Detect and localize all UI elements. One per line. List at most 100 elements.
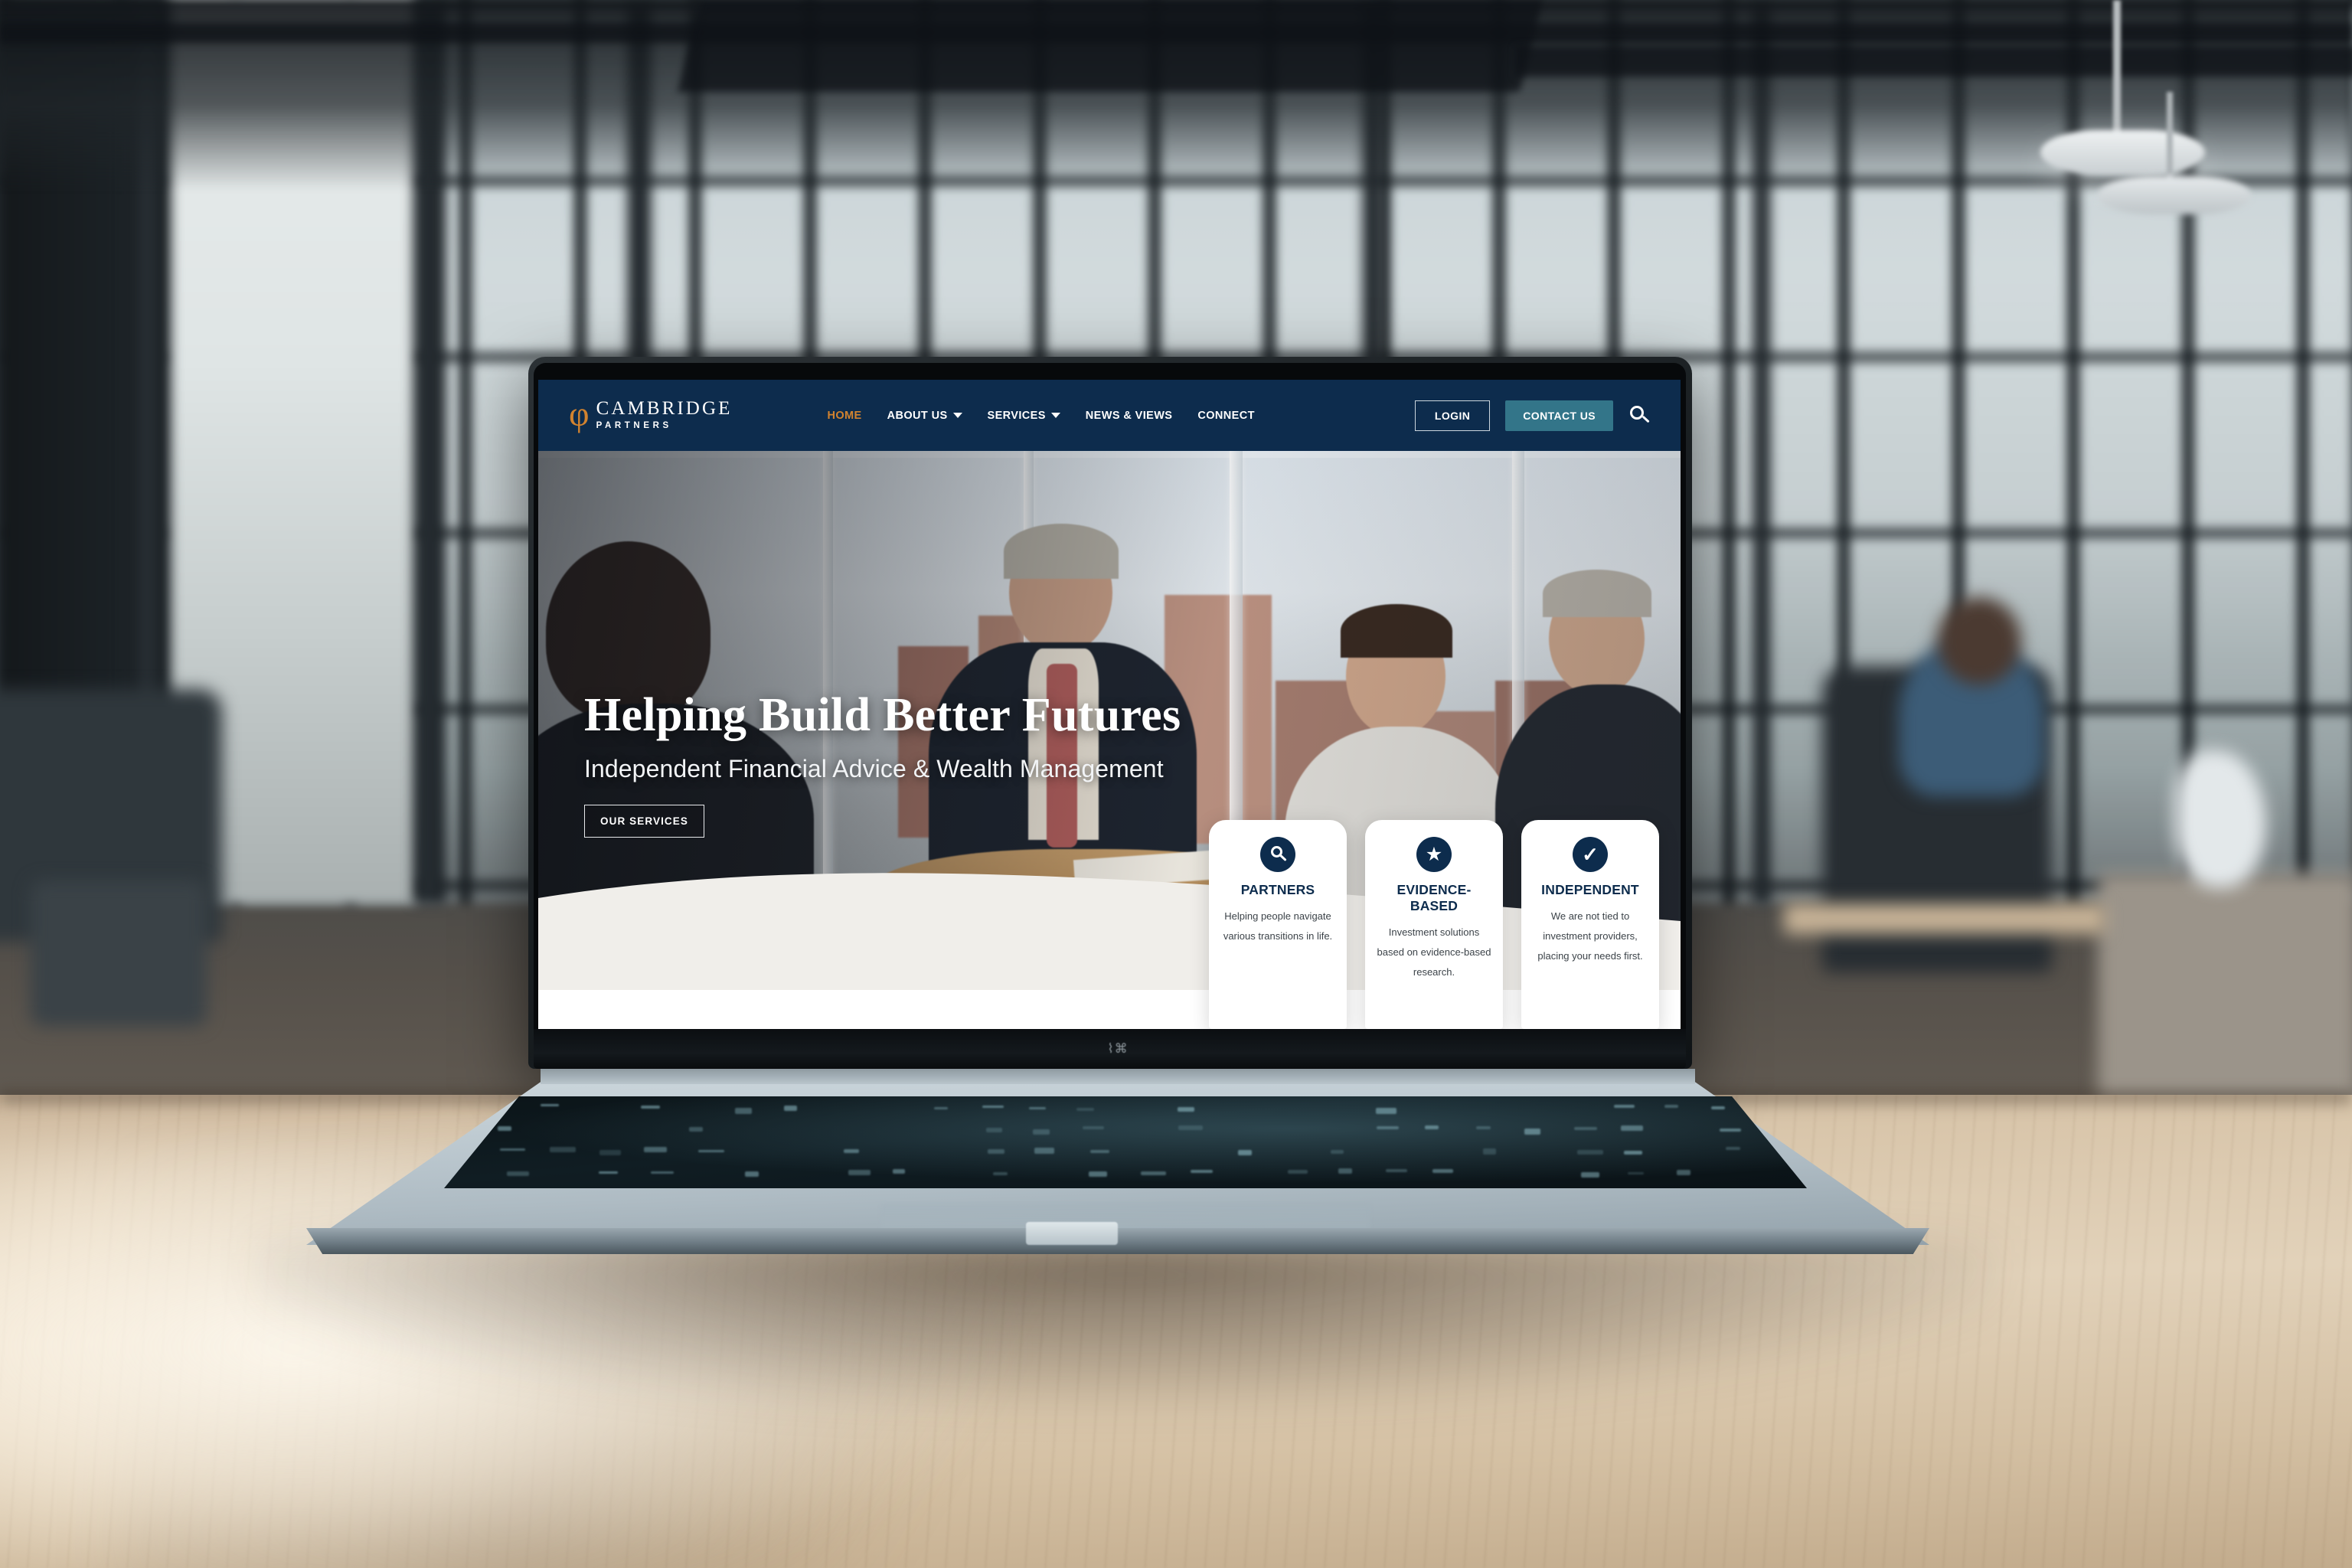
cabinet-right: [2098, 873, 2352, 1102]
keyboard-key: [550, 1147, 576, 1152]
feature-card-evidence-based[interactable]: ★ EVIDENCE-BASED Investment solutions ba…: [1365, 820, 1503, 1029]
laptop-screen: φ CAMBRIDGE PARTNERS HOME ABOUT US SERVI…: [538, 380, 1681, 1029]
keyboard-key: [1338, 1168, 1352, 1173]
keyboard-key: [1376, 1108, 1396, 1114]
keyboard-key: [1483, 1148, 1496, 1155]
contact-us-button[interactable]: CONTACT US: [1505, 400, 1613, 431]
keyboard-key: [641, 1106, 661, 1109]
keyboard-key: [1029, 1107, 1046, 1109]
star-icon: ★: [1416, 837, 1452, 872]
keyboard-key: [1432, 1169, 1453, 1173]
laptop-drop-shadow: [253, 1239, 1998, 1407]
keyboard-key: [844, 1149, 859, 1153]
keyboard-key: [651, 1171, 674, 1174]
hero-copy: Helping Build Better Futures Independent…: [584, 691, 1181, 838]
keyboard-key: [498, 1126, 511, 1130]
keyboard-key: [784, 1106, 797, 1111]
keyboard-key: [1524, 1129, 1540, 1135]
keyboard-key: [1288, 1170, 1308, 1174]
keyboard-key: [1574, 1127, 1597, 1130]
keyboard-key: [1033, 1129, 1050, 1135]
brand-tagline: PARTNERS: [596, 420, 733, 432]
keyboard-key: [1377, 1126, 1399, 1129]
keyboard-key: [1664, 1105, 1679, 1108]
keyboard-key: [599, 1150, 621, 1155]
keyboard-key: [934, 1107, 948, 1109]
nav-item-connect[interactable]: CONNECT: [1197, 410, 1255, 422]
keyboard-key: [848, 1170, 871, 1175]
keyboard-key: [1677, 1170, 1690, 1175]
search-icon[interactable]: [1628, 405, 1650, 426]
keyboard-key: [1581, 1172, 1599, 1178]
keyboard-key: [1386, 1169, 1407, 1172]
keyboard-key: [1090, 1150, 1109, 1153]
keyboard-key: [1089, 1171, 1107, 1177]
laptop-brand-mark: ⌇⌘: [1091, 1040, 1145, 1057]
pendant-lamp-shade: [2040, 130, 2205, 175]
laptop-front-lip: [306, 1228, 1929, 1254]
seated-person-head: [1937, 597, 2021, 685]
nav-item-services-label: SERVICES: [988, 410, 1046, 422]
keyboard-key: [1476, 1126, 1491, 1129]
chevron-down-icon: [953, 413, 962, 418]
feature-cards: PARTNERS Helping people navigate various…: [538, 820, 1681, 1029]
pendant-lamp-shade-2: [2098, 176, 2251, 214]
keyboard-key: [893, 1169, 905, 1174]
keyboard-key: [1726, 1147, 1740, 1149]
keyboard-key: [1621, 1125, 1643, 1131]
brand-name: CAMBRIDGE: [596, 399, 733, 419]
keyboard-key: [1720, 1129, 1741, 1132]
keyboard-key: [1577, 1150, 1603, 1155]
keyboard-key: [1178, 1107, 1194, 1112]
login-button[interactable]: LOGIN: [1415, 400, 1490, 431]
hero-headline: Helping Build Better Futures: [584, 691, 1181, 741]
ceiling-beam-2: [678, 0, 1543, 92]
keyboard-key: [988, 1149, 1005, 1153]
pendant-lamp-rod: [2113, 0, 2121, 138]
nav-item-home[interactable]: HOME: [827, 410, 861, 422]
feature-card-title: PARTNERS: [1220, 882, 1336, 898]
keyboard-key: [1178, 1125, 1203, 1130]
keyboard-key: [507, 1171, 529, 1176]
magnifier-icon-handle: [1279, 854, 1286, 861]
magnifier-icon: [1260, 837, 1295, 872]
check-circle-icon: ✓: [1573, 837, 1608, 872]
laptop-keyboard[interactable]: [444, 1096, 1807, 1188]
keyboard-key: [993, 1172, 1008, 1175]
keyboard-key: [1711, 1106, 1725, 1110]
keyboard-key: [1191, 1170, 1214, 1173]
site-navbar: φ CAMBRIDGE PARTNERS HOME ABOUT US SERVI…: [538, 380, 1681, 451]
laptop-hinge-strip: [541, 1069, 1695, 1084]
office-chair-left-base: [31, 880, 207, 1026]
star-glyph: ★: [1416, 837, 1452, 872]
website-viewport: φ CAMBRIDGE PARTNERS HOME ABOUT US SERVI…: [538, 380, 1681, 1029]
keyboard-key: [1238, 1150, 1252, 1155]
keyboard-key: [745, 1171, 759, 1177]
keyboard-key: [541, 1104, 559, 1106]
keyboard-key: [735, 1108, 752, 1114]
keyboard-key: [986, 1128, 1003, 1132]
nav-item-news-views[interactable]: NEWS & VIEWS: [1086, 410, 1173, 422]
phi-logo-icon: φ: [569, 397, 590, 432]
nav-item-news-views-label: NEWS & VIEWS: [1086, 410, 1173, 422]
keyboard-key: [1425, 1125, 1439, 1129]
keyboard-backlight-glow: [444, 1096, 1807, 1188]
chevron-down-icon: [1051, 413, 1060, 418]
brand-logo[interactable]: φ CAMBRIDGE PARTNERS: [569, 398, 732, 433]
nav-item-about-us[interactable]: ABOUT US: [887, 410, 962, 422]
feature-card-partners[interactable]: PARTNERS Helping people navigate various…: [1209, 820, 1347, 1029]
keyboard-key: [689, 1127, 703, 1132]
keyboard-key: [1034, 1148, 1054, 1154]
keyboard-key: [644, 1147, 667, 1152]
nav-links: HOME ABOUT US SERVICES NEWS & VIEWS CONN…: [827, 410, 1254, 422]
desk-right: [1784, 903, 2105, 934]
feature-card-text: Investment solutions based on evidence-b…: [1376, 923, 1492, 982]
feature-card-title: EVIDENCE-BASED: [1376, 882, 1492, 914]
laptop-latch-notch: [1026, 1222, 1118, 1245]
nav-item-services[interactable]: SERVICES: [988, 410, 1060, 422]
ceiling-beam-3: [1516, 46, 2352, 77]
check-glyph: ✓: [1573, 837, 1608, 872]
feature-card-independent[interactable]: ✓ INDEPENDENT We are not tied to investm…: [1521, 820, 1659, 1029]
nav-item-about-us-label: ABOUT US: [887, 410, 948, 422]
keyboard-key: [1614, 1105, 1635, 1108]
